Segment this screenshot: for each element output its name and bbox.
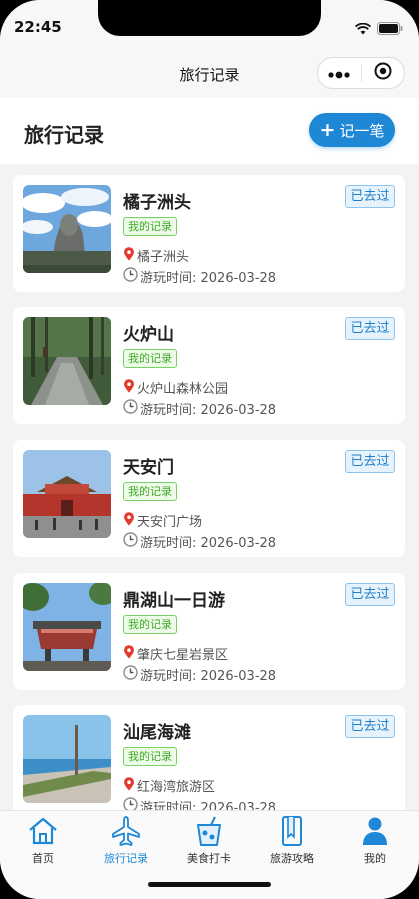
record-visit-time-text: 游玩时间: 2026-03-28	[140, 536, 277, 551]
clock-icon	[123, 399, 138, 418]
record-card[interactable]: 橘子洲头 我的记录 橘子洲头 游玩时间: 2026-03-28 已去过	[13, 175, 405, 292]
clock-icon	[123, 267, 138, 286]
my-record-tag: 我的记录	[123, 615, 177, 634]
tab-food-checkin[interactable]: 美食打卡	[167, 815, 251, 865]
drink-icon	[167, 815, 251, 847]
tab-label: 旅行记录	[104, 852, 148, 865]
page-header: 旅行记录 + 记一笔	[0, 98, 419, 164]
wifi-icon	[354, 20, 372, 39]
record-card[interactable]: 天安门 我的记录 天安门广场 游玩时间: 2026-03-28 已去过	[13, 440, 405, 557]
more-dots-icon	[328, 64, 350, 83]
my-record-tag: 我的记录	[123, 482, 177, 501]
tab-travel-records[interactable]: 旅行记录	[84, 815, 168, 865]
tab-home[interactable]: 首页	[1, 815, 85, 865]
clock-icon	[123, 532, 138, 551]
home-indicator[interactable]	[148, 882, 271, 887]
visited-badge: 已去过	[345, 317, 395, 340]
visited-badge: 已去过	[345, 583, 395, 606]
record-location: 火炉山森林公园	[123, 378, 228, 397]
record-photo	[23, 185, 111, 273]
plus-icon: +	[319, 118, 336, 141]
add-record-button[interactable]: + 记一笔	[309, 113, 395, 147]
navigation-bar: 旅行记录	[0, 50, 419, 98]
close-miniprogram-button[interactable]	[362, 61, 405, 85]
tab-mine[interactable]: 我的	[333, 815, 417, 865]
record-photo	[23, 450, 111, 538]
record-location-text: 肇庆七星岩景区	[137, 648, 229, 663]
record-title: 天安门	[123, 458, 174, 478]
record-location: 橘子洲头	[123, 246, 189, 265]
page-title: 旅行记录	[24, 123, 104, 147]
record-location-text: 橘子洲头	[137, 250, 190, 265]
record-visit-time: 游玩时间: 2026-03-28	[123, 665, 276, 684]
visited-badge: 已去过	[345, 715, 395, 738]
guide-icon	[250, 815, 334, 847]
location-pin-icon	[123, 246, 135, 265]
my-record-tag: 我的记录	[123, 747, 177, 766]
record-visit-time: 游玩时间: 2026-03-28	[123, 532, 276, 551]
record-visit-time: 游玩时间: 2026-03-28	[123, 267, 276, 286]
record-photo	[23, 583, 111, 671]
home-icon	[1, 815, 85, 847]
tab-label: 我的	[364, 852, 386, 865]
record-location: 肇庆七星岩景区	[123, 644, 228, 663]
record-title: 汕尾海滩	[123, 723, 191, 743]
user-icon	[333, 815, 417, 847]
phone-screen: 22:45 旅行记录 旅行记录 + 记一笔 橘子洲头 我的记录 橘子洲头 游玩时…	[0, 0, 419, 899]
my-record-tag: 我的记录	[123, 349, 177, 368]
record-location: 红海湾旅游区	[123, 776, 215, 795]
visited-badge: 已去过	[345, 450, 395, 473]
record-title: 鼎湖山一日游	[123, 591, 225, 611]
status-time: 22:45	[14, 18, 62, 36]
tab-label: 旅游攻略	[270, 852, 314, 865]
location-pin-icon	[123, 776, 135, 795]
record-visit-time: 游玩时间: 2026-03-28	[123, 399, 276, 418]
battery-icon	[377, 20, 403, 39]
record-visit-time-text: 游玩时间: 2026-03-28	[140, 669, 277, 684]
location-pin-icon	[123, 378, 135, 397]
record-card[interactable]: 汕尾海滩 我的记录 红海湾旅游区 游玩时间: 2026-03-28 已去过	[13, 705, 405, 822]
record-title: 火炉山	[123, 325, 174, 345]
mini-program-capsule	[317, 57, 405, 89]
airplane-icon	[84, 815, 168, 847]
record-location-text: 红海湾旅游区	[137, 780, 216, 795]
record-photo	[23, 715, 111, 803]
target-icon	[373, 61, 393, 85]
visited-badge: 已去过	[345, 185, 395, 208]
status-bar: 22:45	[0, 0, 419, 50]
notch	[98, 0, 321, 36]
add-record-label: 记一笔	[339, 121, 385, 140]
location-pin-icon	[123, 511, 135, 530]
tab-label: 美食打卡	[187, 852, 231, 865]
my-record-tag: 我的记录	[123, 217, 177, 236]
record-location-text: 天安门广场	[137, 515, 203, 530]
tab-travel-guide[interactable]: 旅游攻略	[250, 815, 334, 865]
tab-label: 首页	[32, 852, 54, 865]
record-location: 天安门广场	[123, 511, 202, 530]
record-visit-time-text: 游玩时间: 2026-03-28	[140, 403, 277, 418]
record-card[interactable]: 火炉山 我的记录 火炉山森林公园 游玩时间: 2026-03-28 已去过	[13, 307, 405, 424]
status-icons	[354, 20, 403, 39]
record-card[interactable]: 鼎湖山一日游 我的记录 肇庆七星岩景区 游玩时间: 2026-03-28 已去过	[13, 573, 405, 690]
record-location-text: 火炉山森林公园	[137, 382, 229, 397]
more-button[interactable]	[318, 64, 361, 83]
clock-icon	[123, 665, 138, 684]
location-pin-icon	[123, 644, 135, 663]
record-title: 橘子洲头	[123, 193, 191, 213]
record-photo	[23, 317, 111, 405]
record-visit-time-text: 游玩时间: 2026-03-28	[140, 271, 277, 286]
